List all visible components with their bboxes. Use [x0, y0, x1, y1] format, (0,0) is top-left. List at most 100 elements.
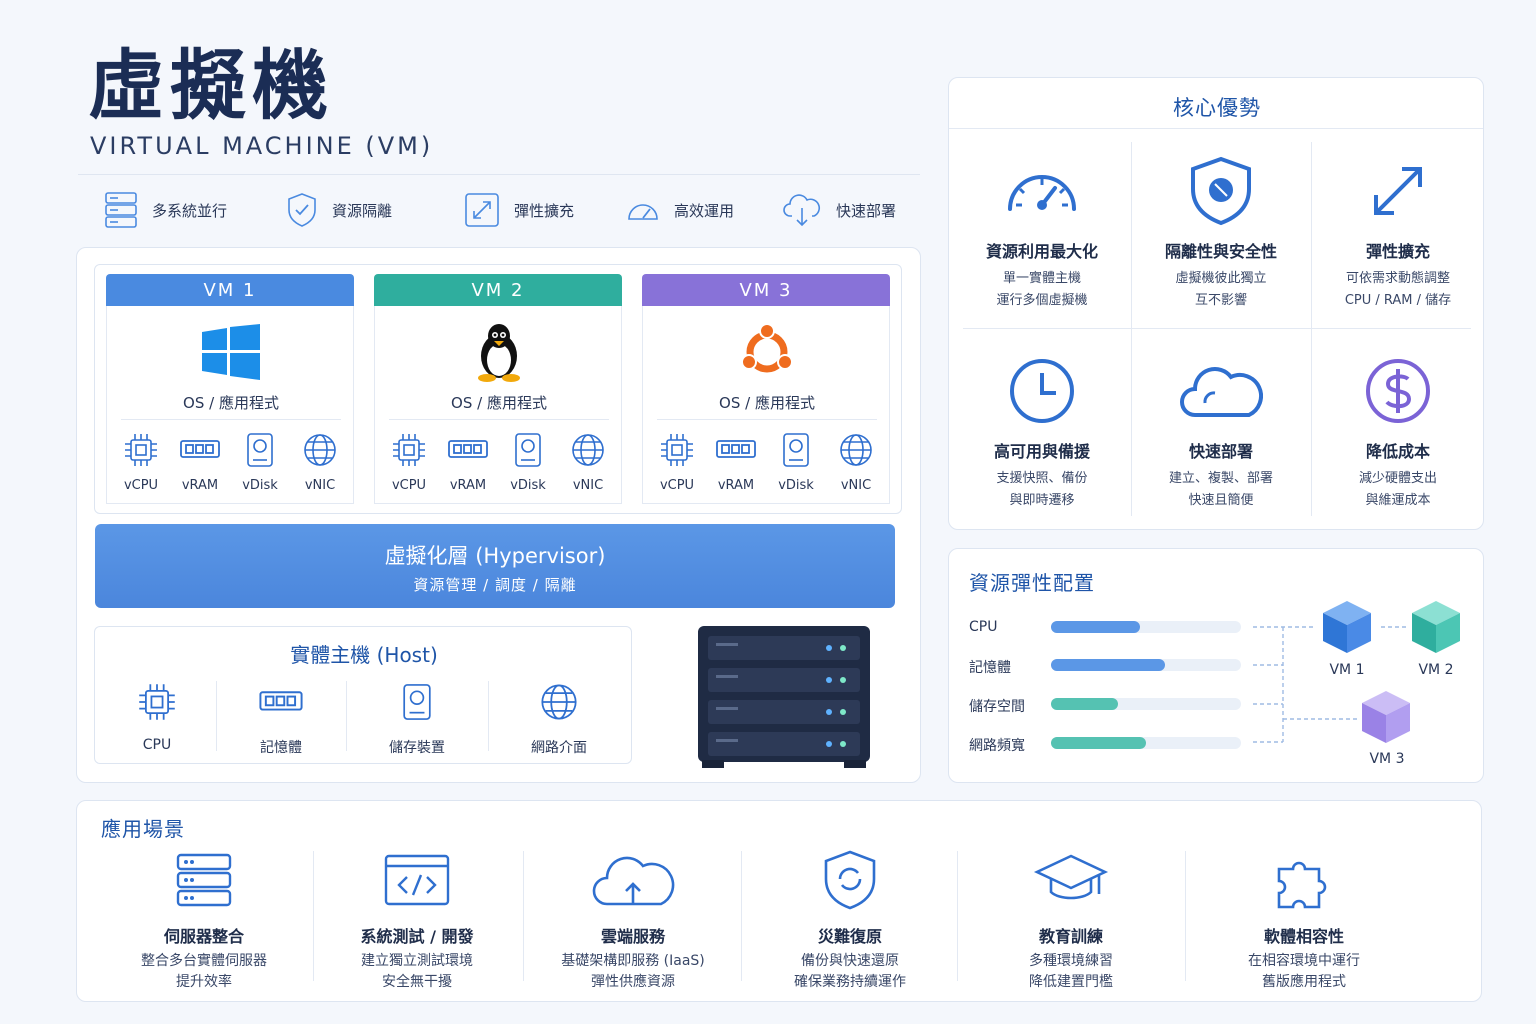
disk-icon [357, 681, 477, 723]
feature-efficiency: 高效運用 [626, 190, 734, 230]
cpu-bar [1051, 621, 1241, 633]
feature-multi-system: 多系統並行 [104, 190, 227, 230]
vm-label: VM 1 [1329, 662, 1365, 678]
vm-label: VM 3 [1369, 751, 1405, 767]
host-network: 網路介面 [499, 681, 619, 757]
host-cpu: CPU [97, 681, 217, 753]
host-storage: 儲存裝置 [357, 681, 477, 757]
server-rack-icon [104, 847, 304, 913]
speedometer-icon [953, 154, 1131, 228]
dollar-icon [1309, 354, 1487, 428]
advantages-title: 核心優勢 [1173, 96, 1261, 120]
globe-icon [825, 432, 887, 468]
storage-bar [1051, 698, 1241, 710]
ram-icon [169, 432, 231, 468]
clock-icon [953, 354, 1131, 428]
page-subtitle: VIRTUAL MACHINE (VM) [90, 132, 434, 160]
advantages-panel: 核心優勢 資源利用最大化 單一實體主機 運行多個虛擬機 隔離性與安全性 虛擬機彼此… [948, 77, 1484, 530]
advantage-isolation: 隔離性與安全性 虛擬機彼此獨立 互不影響 [1132, 154, 1310, 312]
shield-recovery-icon [750, 847, 950, 913]
cloud-upload-icon [533, 847, 733, 913]
os-label: OS / 應用程式 [719, 394, 815, 412]
applications-panel: 應用場景 伺服器整合 整合多台實體伺服器 提升效率 系統測試 / 開發 建立獨立測… [76, 800, 1482, 1002]
app-server-consolidation: 伺服器整合 整合多台實體伺服器 提升效率 [104, 847, 304, 993]
server-rack-illustration [698, 626, 870, 768]
ram-icon [221, 681, 341, 723]
advantage-cost: 降低成本 減少硬體支出 與維運成本 [1309, 354, 1487, 512]
server-stack-icon [104, 191, 138, 229]
vdisk-resource: vDisk [497, 432, 559, 493]
gauge-icon [626, 197, 660, 223]
feature-label: 多系統並行 [152, 201, 228, 220]
vm-header: VM 1 [106, 274, 354, 306]
graduation-cap-icon [971, 847, 1171, 913]
ram-icon [437, 432, 499, 468]
feature-label: 快速部署 [836, 201, 897, 220]
shield-icon [1132, 154, 1310, 228]
os-label: OS / 應用程式 [183, 394, 279, 412]
cloud-download-icon [782, 192, 822, 228]
resource-allocation-title: 資源彈性配置 [969, 571, 1095, 595]
code-window-icon [317, 847, 517, 913]
applications-title: 應用場景 [101, 817, 185, 841]
resource-label: CPU [969, 619, 998, 635]
app-testing-dev: 系統測試 / 開發 建立獨立測試環境 安全無干擾 [317, 847, 517, 993]
windows-logo-icon [107, 320, 355, 384]
host-panel: 實體主機 (Host) CPU 記憶體 儲存裝置 網路介面 [94, 626, 632, 764]
feature-label: 彈性擴充 [514, 201, 575, 220]
bar-fill [1051, 737, 1146, 749]
shield-check-icon [286, 192, 318, 228]
puzzle-icon [1204, 847, 1404, 913]
feature-label: 資源隔離 [332, 201, 393, 220]
memory-bar [1051, 659, 1241, 671]
vcpu-resource: vCPU [110, 432, 172, 493]
app-education: 教育訓練 多種環境練習 降低建置門檻 [971, 847, 1171, 993]
expand-arrows-icon [1309, 154, 1487, 228]
disk-icon [765, 432, 827, 468]
header-divider [78, 174, 920, 175]
cpu-chip-icon [110, 432, 172, 468]
vm-card-1: VM 1 OS / 應用程式 vCPU vRAM vDisk vNIC [106, 274, 354, 504]
vdisk-resource: vDisk [229, 432, 291, 493]
feature-scalability: 彈性擴充 [464, 190, 574, 230]
bar-fill [1051, 698, 1118, 710]
resource-label: 儲存空間 [969, 699, 1025, 715]
vcpu-resource: vCPU [646, 432, 708, 493]
advantage-deploy: 快速部署 建立、複製、部署 快速且簡便 [1132, 354, 1310, 512]
vm3-cube-icon [1362, 691, 1410, 743]
vm-label: VM 2 [1418, 662, 1454, 678]
vram-resource: vRAM [437, 432, 499, 493]
disk-icon [497, 432, 559, 468]
advantage-availability: 高可用與備援 支援快照、備份 與即時遷移 [953, 354, 1131, 512]
vm1-cube-icon [1323, 601, 1371, 653]
vm-card-3: VM 3 OS / 應用程式 vCPU vRAM vDisk vNIC [642, 274, 890, 504]
vnic-resource: vNIC [289, 432, 351, 493]
vcpu-resource: vCPU [378, 432, 440, 493]
globe-icon [557, 432, 619, 468]
hypervisor-subtitle: 資源管理 / 調度 / 隔離 [413, 576, 577, 594]
disk-icon [229, 432, 291, 468]
vm-header: VM 2 [374, 274, 622, 306]
resource-allocation-panel: 資源彈性配置 CPU 記憶體 儲存空間 網路頻寬 VM 1 VM 2 VM 3 [948, 548, 1484, 783]
resource-label: 網路頻寬 [969, 738, 1025, 754]
host-title: 實體主機 (Host) [290, 643, 438, 667]
hypervisor-title: 虛擬化層 (Hypervisor) [384, 544, 606, 568]
host-memory: 記憶體 [221, 681, 341, 757]
resource-label: 記憶體 [969, 660, 1011, 676]
os-label: OS / 應用程式 [451, 394, 547, 412]
cpu-chip-icon [378, 432, 440, 468]
linux-penguin-icon [375, 320, 623, 384]
vram-resource: vRAM [169, 432, 231, 493]
bandwidth-bar [1051, 737, 1241, 749]
bar-fill [1051, 659, 1165, 671]
vnic-resource: vNIC [557, 432, 619, 493]
globe-icon [289, 432, 351, 468]
app-software-compat: 軟體相容性 在相容環境中運行 舊版應用程式 [1204, 847, 1404, 993]
vm-card-2: VM 2 OS / 應用程式 vCPU vRAM vDisk vNIC [374, 274, 622, 504]
vm-header: VM 3 [642, 274, 890, 306]
feature-isolation: 資源隔離 [286, 190, 392, 230]
vram-resource: vRAM [705, 432, 767, 493]
cpu-chip-icon [97, 681, 217, 723]
vdisk-resource: vDisk [765, 432, 827, 493]
hypervisor-layer: 虛擬化層 (Hypervisor) 資源管理 / 調度 / 隔離 [95, 524, 895, 608]
